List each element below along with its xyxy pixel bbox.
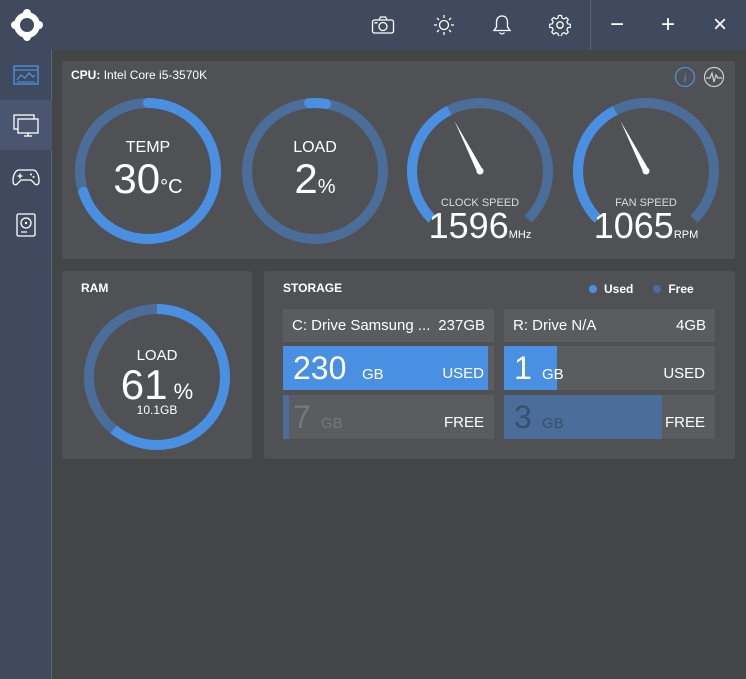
clock-speed-readout: 1596MHz [404,205,556,247]
cpu-model-name: Intel Core i5-3570K [103,68,208,82]
maximize-button[interactable]: + [652,0,684,50]
drive-r-free-bar: 3 GB FREE [504,395,715,439]
clock-speed-unit: MHz [508,229,532,241]
cpu-panel: CPU: Intel Core i5-3570K i TEMP 30°C LOA… [62,61,735,259]
legend-free-label: Free [668,282,694,296]
ram-title: RAM [81,281,109,295]
drive-c-free-unit: GB [321,415,343,432]
drive-c-name: C: Drive Samsung ... [292,317,431,334]
sidebar-item-games[interactable] [0,152,52,202]
drive-r-name: R: Drive N/A [513,317,597,334]
brightness-button[interactable] [429,0,459,50]
drive-c-free-tag: FREE [443,414,484,431]
drive-c-free-fill [283,395,290,439]
fan-speed-gauge: FAN SPEED 1065RPM [570,95,722,247]
temp-value: 30 [113,155,161,202]
cpu-load-unit: % [317,176,336,198]
ram-load-unit: % [173,379,194,404]
ram-panel: RAM LOAD 61 % 10.1GB [62,271,252,459]
fan-speed-unit: RPM [673,229,699,241]
fan-speed-readout: 1065RPM [570,205,722,247]
dashboard-icon [13,65,39,85]
sidebar-item-storage[interactable] [0,200,52,250]
gear-icon [549,14,571,36]
cpu-load-gauge: LOAD 2% [239,95,391,247]
clock-speed-value: 1596 [428,205,509,246]
fan-speed-value: 1065 [593,205,674,246]
drive-c-used-unit: GB [362,366,384,383]
cpu-load-readout: 2% [239,155,391,203]
svg-text:i: i [683,70,687,85]
title-bar: − + × [0,0,746,50]
ram-load-value: 61 [120,361,168,408]
titlebar-divider [590,0,591,50]
info-icon[interactable]: i [674,66,696,88]
camera-icon [371,16,395,34]
settings-button[interactable] [545,0,575,50]
legend-free-swatch [653,285,662,293]
drive-c-used-tag: USED [442,365,484,382]
fan-speed-needle [620,121,649,173]
drive-c-used-bar: 230 GB USED [283,346,494,390]
cpu-title: CPU: Intel Core i5-3570K [71,68,207,82]
storage-panel: STORAGE Used Free C: Drive Samsung ... 2… [264,271,735,459]
clock-speed-gauge: CLOCK SPEED 1596MHz [404,95,556,247]
drive-c-used-value: 230 [293,350,347,386]
drive-r-free-value: 3 [514,399,532,435]
close-button[interactable]: × [704,0,736,50]
ram-used-amount: 10.1GB [136,403,178,417]
ram-gauge: LOAD 61 % 10.1GB [81,301,233,453]
activity-icon[interactable] [703,66,725,88]
cpu-load-value: 2 [294,155,318,202]
drive-c-size: 237GB [438,317,485,334]
computer-icon [13,114,39,137]
drive-r-size: 4GB [675,317,706,334]
temp-readout: 30°C [72,155,224,203]
drive-r-used-unit: GB [542,366,564,383]
drive-r-used-tag: USED [663,365,705,382]
sidebar [0,50,52,679]
drive-c-free-value: 7 [293,399,311,435]
cpu-title-prefix: CPU: [71,68,101,82]
app-logo-icon [11,9,43,41]
storage-title: STORAGE [283,281,343,295]
notifications-button[interactable] [487,0,517,50]
drive-c-free-bar: 7 GB FREE [283,395,494,439]
temp-gauge: TEMP 30°C [72,95,224,247]
gamepad-icon [12,169,40,186]
hard-drive-icon [16,213,36,237]
sidebar-item-dashboard[interactable] [0,50,52,100]
temp-unit: °C [160,176,183,198]
drive-r-used-value: 1 [514,350,532,386]
legend-used-swatch [589,285,597,293]
legend-used-label: Used [604,282,634,296]
drive-r-header[interactable]: R: Drive N/A 4GB [504,309,715,342]
brightness-icon [434,15,454,35]
drive-r-free-unit: GB [542,415,564,432]
clock-speed-needle [454,121,483,173]
screenshot-button[interactable] [368,0,398,50]
minimize-button[interactable]: − [601,0,633,50]
drive-c-header[interactable]: C: Drive Samsung ... 237GB [283,309,494,342]
drive-r-used-bar: 1 GB USED [504,346,715,390]
storage-legend: Used Free [589,282,694,296]
ram-load-readout: 61 % [81,361,233,409]
bell-icon [492,15,512,35]
sidebar-item-pc[interactable] [0,100,52,150]
drive-r-free-tag: FREE [664,414,705,431]
